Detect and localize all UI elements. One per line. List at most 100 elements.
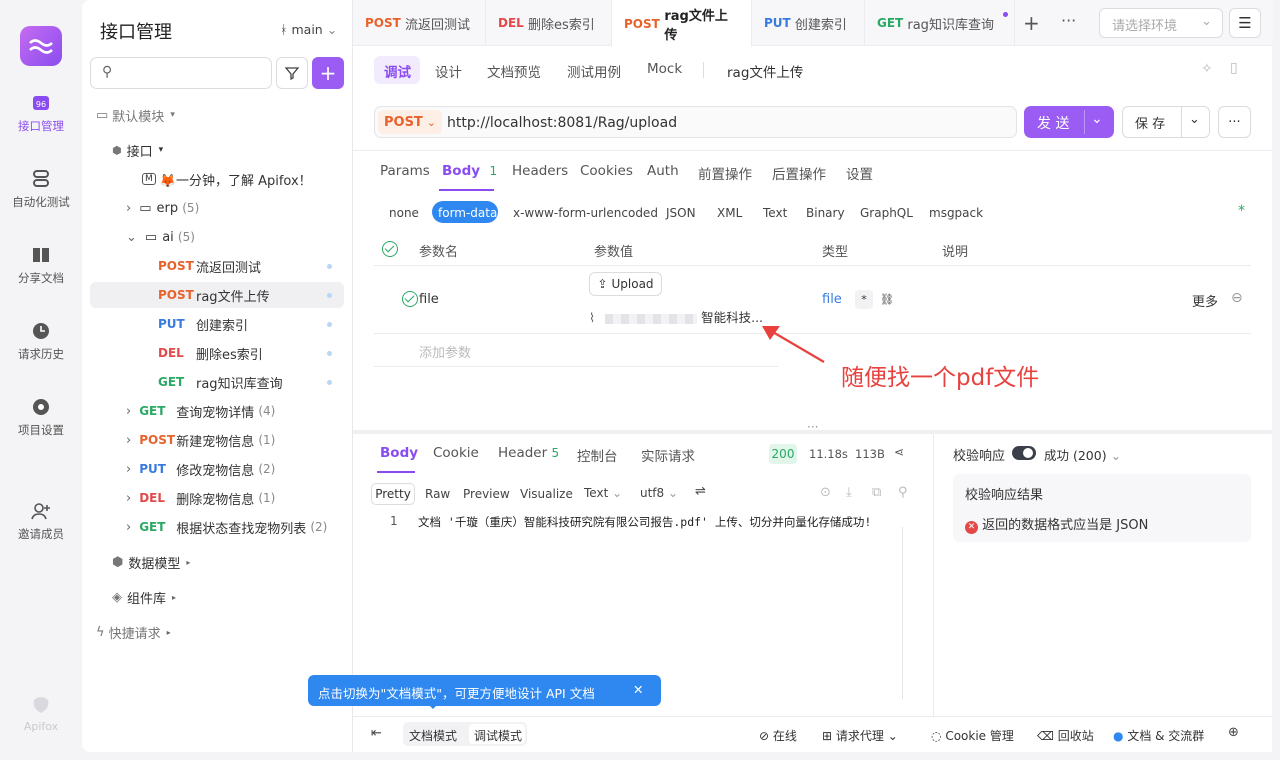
- new-tab-plus-icon[interactable]: +: [1023, 11, 1040, 35]
- view-visualize[interactable]: Visualize: [520, 487, 573, 501]
- api-root[interactable]: ⬢ 接口 ▾: [90, 137, 344, 163]
- tree-group-create-pet[interactable]: › POST 新建宠物信息 (1): [90, 427, 344, 453]
- default-module[interactable]: ▭ 默认模块 ▾: [90, 102, 344, 128]
- copy-icon[interactable]: ⧉: [872, 485, 881, 500]
- tab-post-operations[interactable]: 后置操作: [772, 163, 826, 183]
- data-model[interactable]: ⬢ 数据模型 ▸: [90, 549, 344, 575]
- resp-tab-actual-request[interactable]: 实际请求: [641, 445, 695, 465]
- add-button[interactable]: +: [312, 57, 344, 89]
- subtab-mock[interactable]: Mock: [647, 61, 682, 77]
- tab-create-index[interactable]: PUT 创建索引: [752, 0, 865, 46]
- more-button[interactable]: 更多: [1192, 291, 1218, 310]
- resp-tab-body[interactable]: Body: [380, 445, 418, 461]
- api-name-field[interactable]: rag文件上传: [727, 61, 803, 81]
- share-icon[interactable]: ⋖: [894, 445, 904, 459]
- nav-automation-test[interactable]: 自动化测试: [0, 170, 82, 210]
- more-actions-icon[interactable]: ···: [1218, 106, 1251, 138]
- body-type-form-data[interactable]: form-data: [438, 206, 497, 220]
- select-all-checkbox[interactable]: [382, 241, 398, 257]
- view-preview[interactable]: Preview: [463, 487, 510, 501]
- body-type-binary[interactable]: Binary: [806, 206, 845, 220]
- nav-request-history[interactable]: 请求历史: [0, 322, 82, 362]
- tab-stream-test[interactable]: POST 流返回测试: [353, 0, 486, 46]
- debug-mode-button[interactable]: 调试模式: [474, 727, 522, 744]
- tree-item-create-index[interactable]: PUT 创建索引: [90, 311, 344, 337]
- tree-group-update-pet[interactable]: › PUT 修改宠物信息 (2): [90, 456, 344, 482]
- branch-selector[interactable]: ᚼ main ⌄: [280, 22, 337, 37]
- sparkle-icon[interactable]: *: [1238, 203, 1245, 219]
- tab-auth[interactable]: Auth: [647, 163, 679, 179]
- download-icon[interactable]: ⤓: [846, 485, 852, 500]
- tab-params[interactable]: Params: [380, 163, 430, 179]
- tab-body[interactable]: Body 1: [442, 163, 497, 179]
- resp-tab-cookie[interactable]: Cookie: [433, 445, 479, 461]
- panel-toggle-icon[interactable]: ▯: [1230, 60, 1238, 76]
- subtab-doc-preview[interactable]: 文档预览: [487, 61, 541, 81]
- method-select[interactable]: POST ⌄: [378, 110, 442, 134]
- url-input[interactable]: http://localhost:8081/Rag/upload: [447, 115, 677, 131]
- collapse-sidebar-icon[interactable]: ⇤: [371, 726, 382, 741]
- more-tabs-icon[interactable]: ···: [1061, 11, 1076, 30]
- subtab-test-cases[interactable]: 测试用例: [567, 61, 621, 81]
- close-icon[interactable]: ✕: [633, 682, 643, 697]
- tab-pre-operations[interactable]: 前置操作: [698, 163, 752, 183]
- body-type-xml[interactable]: XML: [717, 206, 742, 220]
- environment-select[interactable]: 请选择环境 ⌄: [1099, 8, 1223, 38]
- nav-invite-members[interactable]: 邀请成员: [0, 502, 82, 542]
- tree-item-rag-query[interactable]: GET rag知识库查询: [90, 369, 344, 395]
- wrap-icon[interactable]: ⇌: [695, 484, 706, 499]
- param-type[interactable]: file: [822, 292, 842, 307]
- community[interactable]: ● 文档 & 交流群: [1113, 727, 1204, 744]
- recycle-bin[interactable]: ⌫ 回收站: [1037, 727, 1094, 744]
- doc-mode-button[interactable]: 文档模式: [409, 727, 457, 744]
- view-pretty[interactable]: Pretty: [371, 483, 415, 505]
- remove-row-icon[interactable]: ⊖: [1231, 290, 1243, 306]
- menu-icon[interactable]: ☰: [1229, 8, 1261, 38]
- tree-item-rag-upload[interactable]: POST rag文件上传: [90, 282, 344, 308]
- intro-doc[interactable]: M 🦊一分钟，了解 Apifox！: [90, 166, 344, 192]
- tree-group-delete-pet[interactable]: › DEL 删除宠物信息 (1): [90, 485, 344, 511]
- send-button[interactable]: 发 送 ⌄: [1024, 106, 1114, 138]
- nav-project-settings[interactable]: 项目设置: [0, 398, 82, 438]
- body-type-graphql[interactable]: GraphQL: [860, 206, 913, 220]
- param-name-file[interactable]: file: [419, 292, 439, 307]
- validate-status-select[interactable]: 成功 (200) ⌄: [1044, 445, 1121, 464]
- search-input[interactable]: ⚲: [90, 57, 272, 89]
- body-type-none[interactable]: none: [389, 206, 419, 220]
- save-button[interactable]: 保 存 ⌄: [1122, 106, 1210, 138]
- nav-api-management[interactable]: 96 接口管理: [0, 94, 82, 134]
- request-proxy[interactable]: ⊞ 请求代理 ⌄: [822, 727, 898, 744]
- link-icon[interactable]: ⛓: [878, 290, 896, 309]
- quick-request[interactable]: ϟ 快捷请求 ▸: [90, 619, 344, 645]
- view-raw[interactable]: Raw: [425, 487, 450, 501]
- apifox-logo-icon[interactable]: [20, 26, 62, 66]
- required-icon[interactable]: *: [855, 290, 873, 309]
- subtab-debug[interactable]: 调试: [384, 61, 411, 81]
- format-select[interactable]: Text ⌄: [584, 486, 622, 500]
- upload-button[interactable]: ⇪ Upload: [589, 272, 662, 296]
- validate-toggle[interactable]: [1012, 446, 1036, 460]
- cookie-manager[interactable]: ◌ Cookie 管理: [931, 727, 1014, 744]
- tab-rag-query[interactable]: GET rag知识库查询: [865, 0, 1015, 46]
- body-type-json[interactable]: JSON: [666, 206, 696, 220]
- tree-item-delete-es-index[interactable]: DEL 删除es索引: [90, 340, 344, 366]
- resp-tab-console[interactable]: 控制台: [577, 445, 618, 465]
- folder-ai[interactable]: ⌄ ▭ ai (5): [90, 224, 344, 250]
- subtab-design[interactable]: 设计: [435, 61, 462, 81]
- body-type-text[interactable]: Text: [763, 206, 787, 220]
- body-type-urlencoded[interactable]: x-www-form-urlencoded: [513, 206, 658, 220]
- resp-tab-header[interactable]: Header 5: [498, 445, 559, 461]
- scroll-top-icon[interactable]: ⊕: [1228, 725, 1239, 740]
- add-param-input[interactable]: 添加参数: [419, 342, 471, 361]
- tab-cookies[interactable]: Cookies: [580, 163, 633, 179]
- folder-erp[interactable]: › ▭ erp (5): [90, 195, 344, 221]
- component-library[interactable]: ◈ 组件库 ▸: [90, 584, 344, 610]
- nav-share-docs[interactable]: 分享文档: [0, 246, 82, 286]
- magic-icon[interactable]: ✧: [1201, 61, 1213, 77]
- drag-handle-icon[interactable]: ···: [807, 420, 818, 434]
- tree-group-find-pet-by-status[interactable]: › GET 根据状态查找宠物列表 (2): [90, 514, 344, 540]
- row-checkbox[interactable]: [402, 291, 419, 307]
- tab-rag-upload[interactable]: POST rag文件上传: [612, 0, 752, 47]
- format-icon[interactable]: ⊙: [820, 485, 831, 500]
- search-icon[interactable]: ⚲: [898, 485, 908, 500]
